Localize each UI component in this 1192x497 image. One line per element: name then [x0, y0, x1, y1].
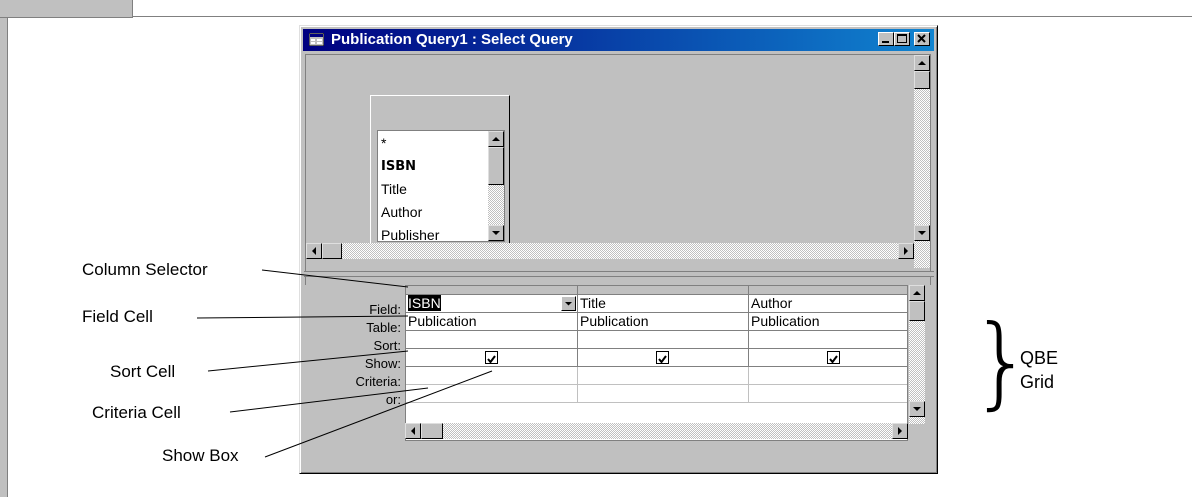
callout-sort-cell: Sort Cell [110, 362, 176, 381]
callout-criteria-cell: Criteria Cell [92, 403, 181, 422]
callout-line-criteria-cell [229, 387, 429, 413]
callout-line-sort-cell [207, 350, 409, 372]
callout-line-column-selector [261, 269, 409, 288]
callout-line-show-box [264, 370, 493, 458]
callout-show-box: Show Box [162, 446, 239, 465]
qbe-grid-label-line2: Grid [1020, 372, 1055, 392]
qbe-grid-label: QBE Grid [1020, 346, 1058, 394]
callout-line-field-cell [196, 315, 409, 319]
callout-column-selector: Column Selector [82, 260, 208, 279]
qbe-grid-label-line1: QBE [1020, 348, 1059, 368]
callout-field-cell: Field Cell [82, 307, 153, 326]
